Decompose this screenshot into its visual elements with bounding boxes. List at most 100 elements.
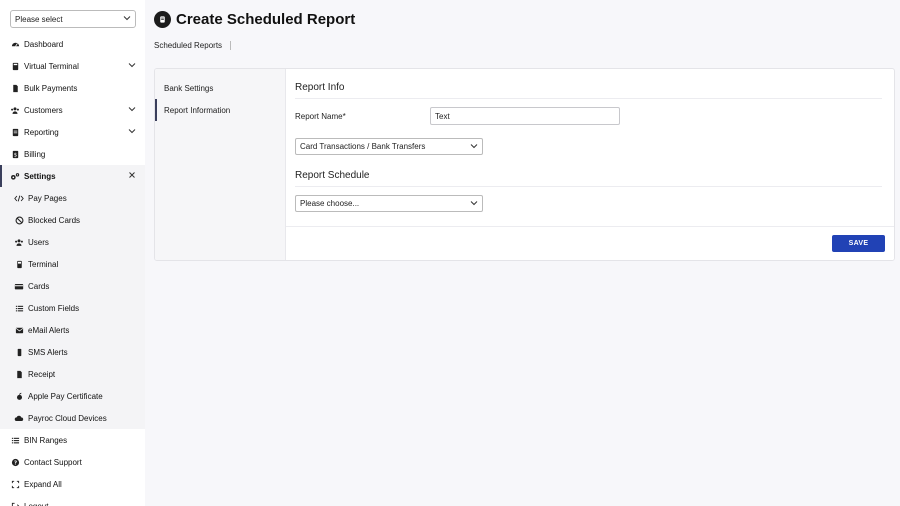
sidebar-item-label: Reporting [24, 127, 59, 137]
calculator-icon [10, 61, 20, 71]
section-title-report-schedule: Report Schedule [295, 170, 370, 181]
sidebar-item-label: Users [28, 237, 49, 247]
sidebar-item-sms-alerts[interactable]: SMS Alerts [0, 341, 145, 363]
list-icon [14, 303, 24, 313]
phone-icon [14, 347, 24, 357]
report-form-card: Bank Settings Report Information Report … [154, 68, 895, 261]
sidebar-nav: Dashboard Virtual Terminal Bulk Payments Cu… [0, 33, 145, 506]
gears-icon [10, 171, 20, 181]
sidebar-item-label: Apple Pay Certificate [28, 391, 103, 401]
ban-icon [14, 215, 24, 225]
tab-label: Bank Settings [164, 83, 214, 93]
logout-icon [10, 501, 20, 506]
sidebar-item-reporting[interactable]: Reporting [0, 121, 145, 143]
report-schedule-value: Please choose... [300, 199, 360, 208]
expand-icon [10, 479, 20, 489]
sidebar-item-dashboard[interactable]: Dashboard [0, 33, 145, 55]
report-type-select[interactable]: Card Transactions / Bank Transfers [295, 138, 483, 155]
billing-icon: $ [10, 149, 20, 159]
cloud-icon [14, 413, 24, 423]
card-icon [14, 281, 24, 291]
chevron-down-icon [470, 199, 478, 209]
sidebar-item-label: Virtual Terminal [24, 61, 79, 71]
report-icon [154, 11, 171, 28]
sidebar-item-contact-support[interactable]: ? Contact Support [0, 451, 145, 473]
report-type-value: Card Transactions / Bank Transfers [300, 142, 426, 151]
sidebar-item-apple-pay-certificate[interactable]: Apple Pay Certificate [0, 385, 145, 407]
report-name-label: Report Name* [295, 112, 346, 121]
close-icon[interactable] [128, 171, 136, 181]
sidebar-item-label: Blocked Cards [28, 215, 81, 225]
sidebar-item-cards[interactable]: Cards [0, 275, 145, 297]
sidebar-item-expand-all[interactable]: Expand All [0, 473, 145, 495]
code-icon [14, 193, 24, 203]
report-name-input[interactable] [430, 107, 620, 125]
sidebar-item-bin-ranges[interactable]: BIN Ranges [0, 429, 145, 451]
save-button[interactable]: SAVE [832, 235, 885, 252]
document-icon [10, 83, 20, 93]
terminal-icon [14, 259, 24, 269]
page-title: Create Scheduled Report [176, 11, 356, 28]
users-icon [10, 105, 20, 115]
question-icon: ? [10, 457, 20, 467]
chevron-down-icon[interactable] [128, 105, 136, 115]
sidebar-item-label: Pay Pages [28, 193, 67, 203]
breadcrumb-scheduled-reports[interactable]: Scheduled Reports [154, 41, 222, 50]
chevron-down-icon[interactable] [128, 61, 136, 71]
divider [295, 98, 882, 99]
sidebar-item-label: Billing [24, 149, 46, 159]
form-tabs: Bank Settings Report Information [155, 69, 286, 260]
sidebar-item-billing[interactable]: $ Billing [0, 143, 145, 165]
report-schedule-select[interactable]: Please choose... [295, 195, 483, 212]
envelope-icon [14, 325, 24, 335]
svg-text:?: ? [13, 460, 16, 466]
apple-icon [14, 391, 24, 401]
sidebar-item-settings[interactable]: Settings [0, 165, 145, 187]
users-icon [14, 237, 24, 247]
chevron-down-icon[interactable] [128, 127, 136, 137]
sidebar-item-label: Logout [24, 501, 49, 506]
chevron-down-icon [123, 14, 131, 24]
sidebar-item-email-alerts[interactable]: eMail Alerts [0, 319, 145, 341]
receipt-icon [14, 369, 24, 379]
sidebar-item-terminal[interactable]: Terminal [0, 253, 145, 275]
sidebar-item-payroc-cloud-devices[interactable]: Payroc Cloud Devices [0, 407, 145, 429]
sidebar-item-label: Expand All [24, 479, 62, 489]
section-title-report-info: Report Info [295, 82, 345, 93]
sidebar-item-pay-pages[interactable]: Pay Pages [0, 187, 145, 209]
sidebar-item-virtual-terminal[interactable]: Virtual Terminal [0, 55, 145, 77]
sidebar-item-label: Receipt [28, 369, 56, 379]
sidebar-item-label: Custom Fields [28, 303, 80, 313]
org-select-value: Please select [15, 14, 63, 24]
form-footer: SAVE [286, 226, 894, 260]
sidebar-item-label: SMS Alerts [28, 347, 68, 357]
divider [295, 186, 882, 187]
breadcrumb: Scheduled Reports [154, 41, 232, 50]
sidebar-item-label: Dashboard [24, 39, 64, 49]
sidebar-item-label: Terminal [28, 259, 59, 269]
sidebar-item-custom-fields[interactable]: Custom Fields [0, 297, 145, 319]
sidebar-item-bulk-payments[interactable]: Bulk Payments [0, 77, 145, 99]
sidebar-item-customers[interactable]: Customers [0, 99, 145, 121]
page-header: Create Scheduled Report [154, 11, 355, 28]
chevron-down-icon [470, 142, 478, 152]
sidebar-item-label: Bulk Payments [24, 83, 78, 93]
tab-report-information[interactable]: Report Information [155, 99, 286, 121]
sidebar-item-label: Settings [24, 171, 56, 181]
sidebar-item-label: eMail Alerts [28, 325, 70, 335]
dashboard-icon [10, 39, 20, 49]
sidebar-item-users[interactable]: Users [0, 231, 145, 253]
org-select[interactable]: Please select [10, 10, 136, 28]
tab-label: Report Information [164, 105, 231, 115]
sidebar-item-logout[interactable]: Logout [0, 495, 145, 506]
tab-bank-settings[interactable]: Bank Settings [155, 77, 286, 99]
sidebar-item-label: Cards [28, 281, 50, 291]
sidebar-item-label: Contact Support [24, 457, 82, 467]
sidebar-item-blocked-cards[interactable]: Blocked Cards [0, 209, 145, 231]
sidebar-item-receipt[interactable]: Receipt [0, 363, 145, 385]
sidebar: Please select Dashboard Virtual Terminal B… [0, 0, 145, 506]
sidebar-item-label: Customers [24, 105, 63, 115]
sidebar-item-label: BIN Ranges [24, 435, 68, 445]
list-icon [10, 435, 20, 445]
report-icon [10, 127, 20, 137]
